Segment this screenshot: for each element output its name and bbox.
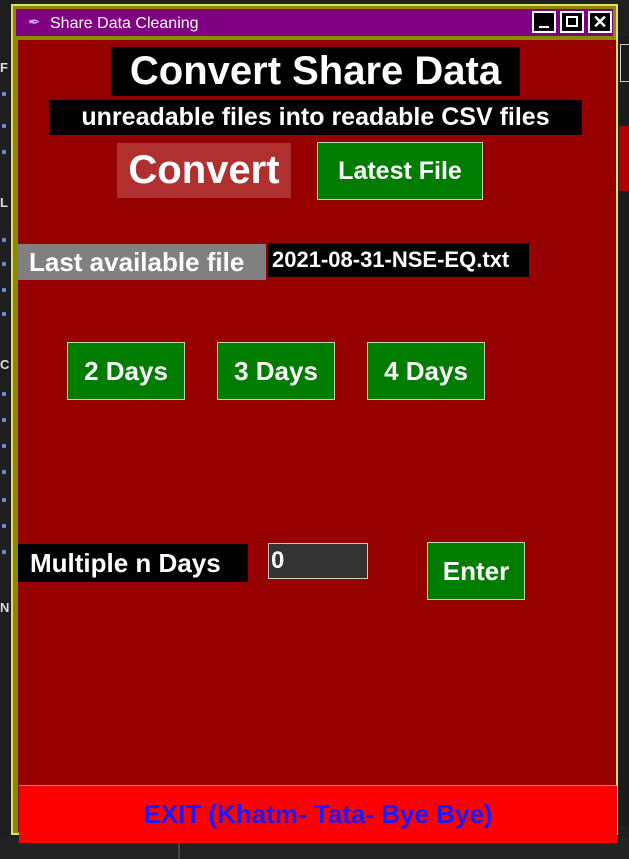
background-box	[620, 44, 629, 82]
title-bar[interactable]: ✒ Share Data Cleaning ✕	[16, 9, 613, 36]
background-marker	[2, 262, 6, 266]
three-days-button[interactable]: 3 Days	[217, 342, 335, 400]
background-app-edge	[619, 36, 629, 826]
background-marker	[2, 150, 6, 154]
convert-button[interactable]: Convert	[117, 143, 291, 198]
multiple-days-label: Multiple n Days	[18, 544, 248, 582]
latest-file-button[interactable]: Latest File	[317, 142, 483, 200]
app-window: ✒ Share Data Cleaning ✕ Convert Share Da…	[11, 4, 618, 843]
background-marker	[2, 550, 6, 554]
maximize-icon	[566, 16, 578, 27]
close-icon: ✕	[592, 12, 608, 32]
four-days-button[interactable]: 4 Days	[367, 342, 485, 400]
close-button[interactable]: ✕	[588, 11, 612, 33]
background-marker	[2, 418, 6, 422]
minimize-icon	[539, 26, 549, 28]
background-marker	[2, 524, 6, 528]
minimize-button[interactable]	[532, 11, 556, 33]
window-title: Share Data Cleaning	[50, 15, 199, 32]
background-marker	[2, 312, 6, 316]
two-days-button[interactable]: 2 Days	[67, 342, 185, 400]
maximize-button[interactable]	[560, 11, 584, 33]
background-marker	[2, 288, 6, 292]
background-marker	[2, 92, 6, 96]
main-panel: Convert Share Data unreadable files into…	[18, 40, 617, 843]
background-marker	[2, 238, 6, 242]
background-marker	[2, 444, 6, 448]
page-title: Convert Share Data	[111, 47, 520, 96]
background-marker	[2, 470, 6, 474]
background-red-strip	[619, 126, 629, 191]
exit-button[interactable]: EXIT (Khatm- Tata- Bye Bye)	[19, 785, 617, 843]
background-marker	[2, 498, 6, 502]
feather-icon: ✒	[28, 14, 41, 31]
background-marker	[2, 392, 6, 396]
enter-button[interactable]: Enter	[427, 542, 525, 600]
last-file-value: 2021-08-31-NSE-EQ.txt	[268, 243, 529, 277]
background-marker	[2, 124, 6, 128]
page-subtitle: unreadable files into readable CSV files	[49, 100, 582, 135]
days-count-input[interactable]	[268, 543, 368, 579]
last-file-label: Last available file	[18, 244, 266, 280]
